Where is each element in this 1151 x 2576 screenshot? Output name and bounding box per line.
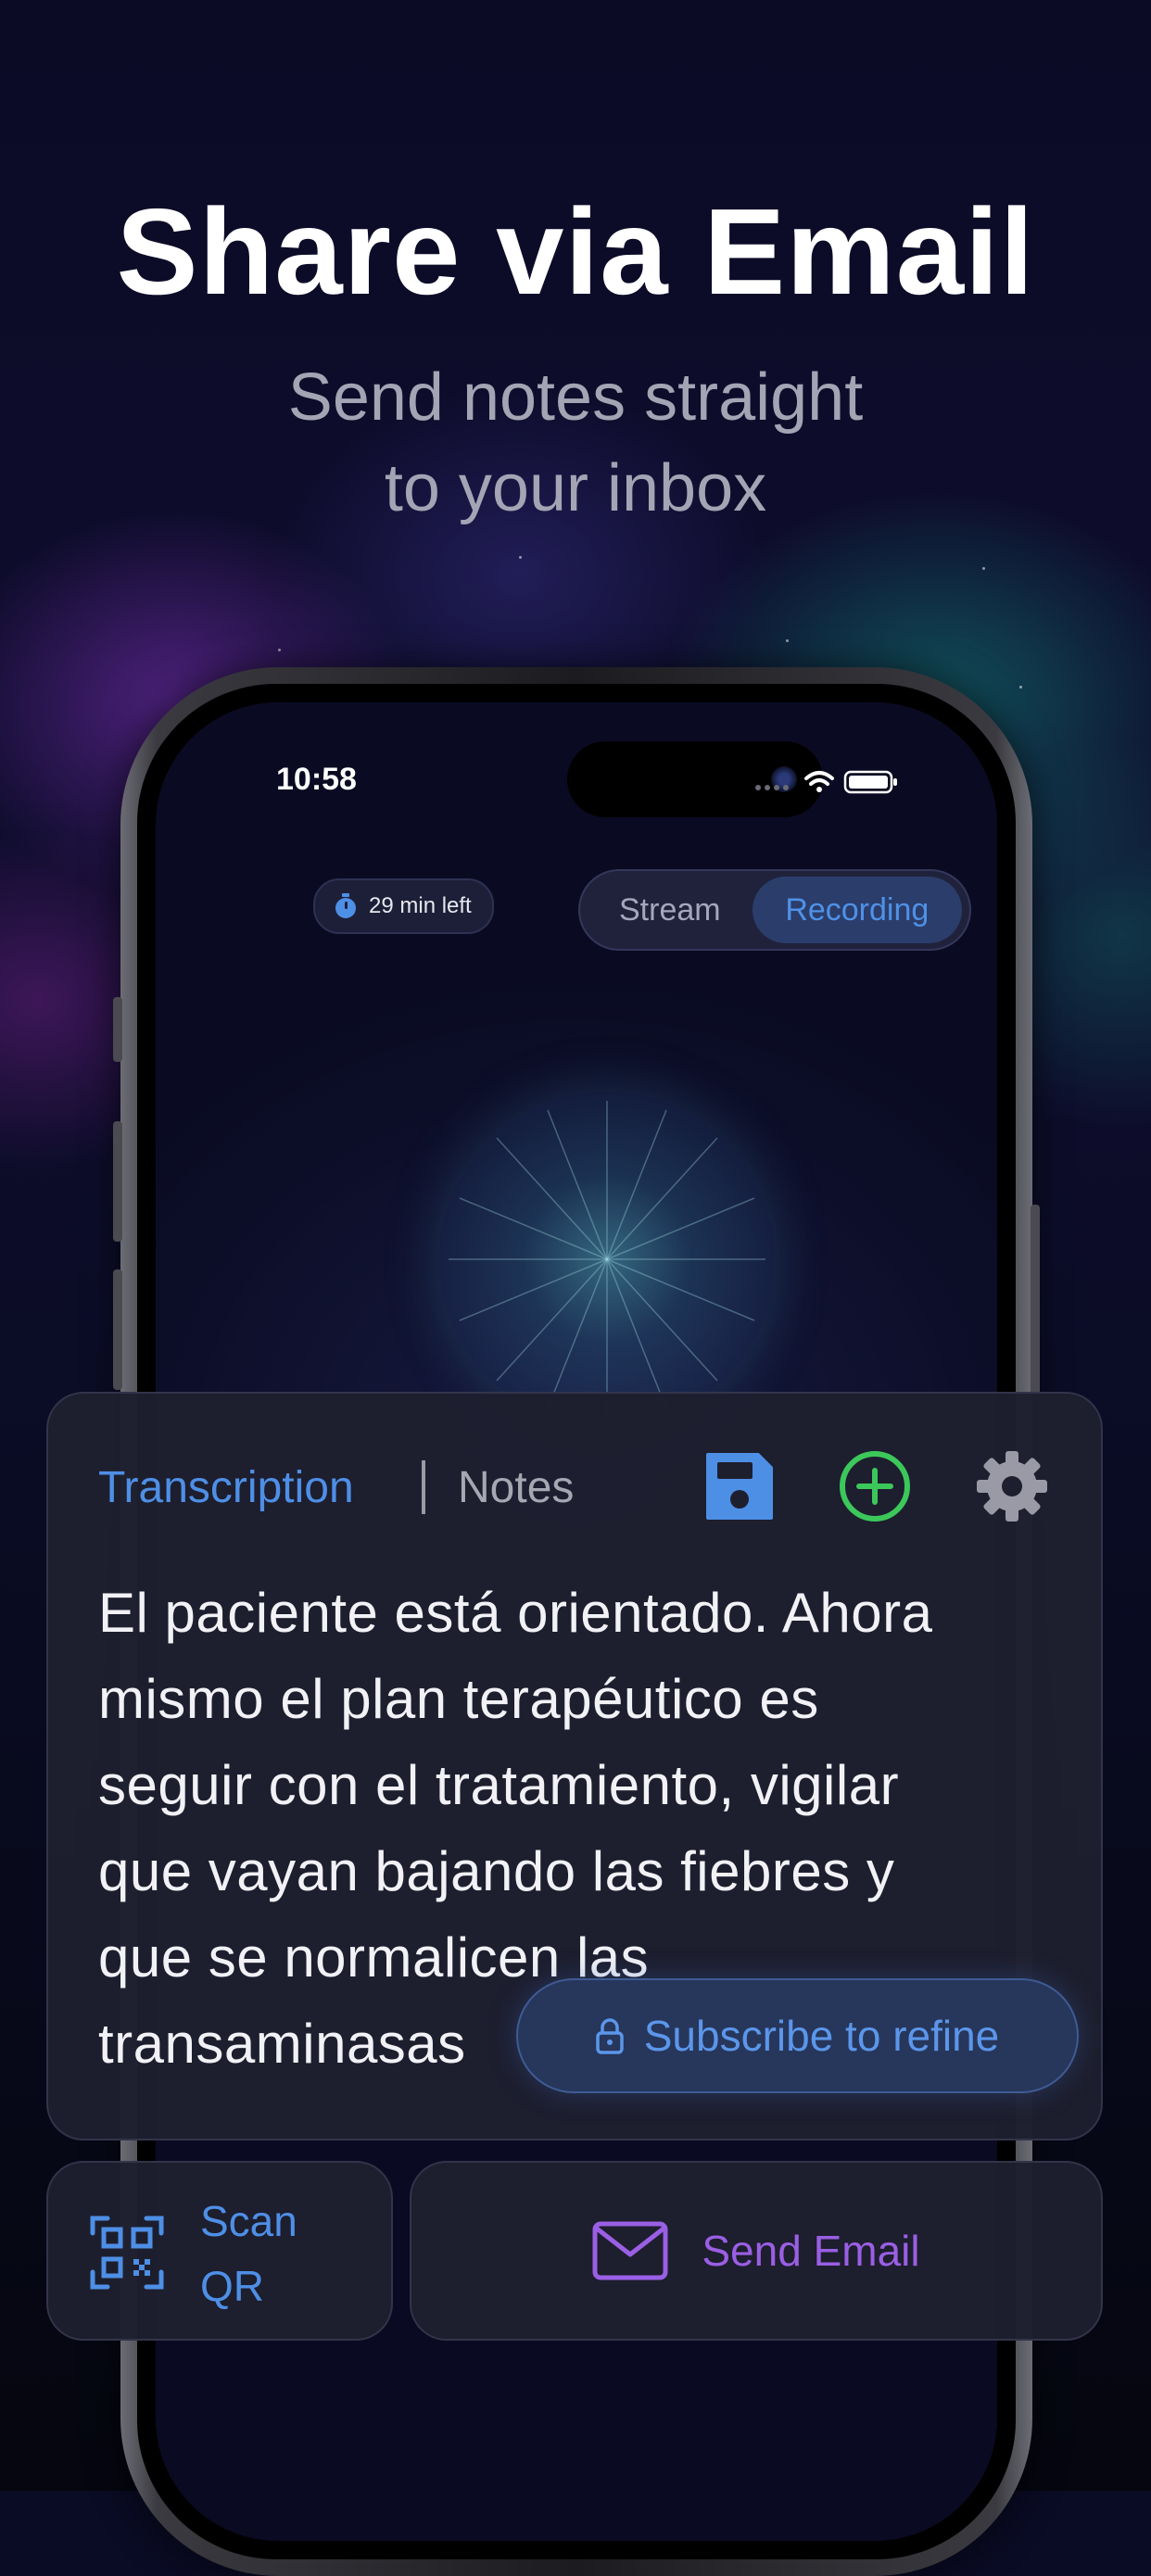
star [519, 556, 522, 559]
transcription-line: que vayan bajando las fiebres y [98, 1840, 895, 1902]
scan-qr-label-line: QR [200, 2262, 264, 2310]
phone-side-button [113, 997, 122, 1062]
qr-scan-icon [90, 2216, 164, 2290]
star [278, 649, 281, 651]
transcription-line: mismo el plan terapéutico es [98, 1668, 819, 1730]
promo-headline: Share via Email [116, 183, 1035, 320]
promo-subline: Send notes straight to your inbox [0, 352, 1151, 534]
send-email-label: Send Email [702, 2227, 920, 2275]
time-remaining-badge: 29 min left [313, 878, 494, 934]
wifi-icon [804, 771, 834, 792]
promo-subline-line: to your inbox [384, 451, 767, 525]
mail-icon [592, 2221, 668, 2280]
segment-stream[interactable]: Stream [588, 877, 753, 943]
status-time: 10:58 [276, 762, 357, 797]
scan-qr-button[interactable]: Scan QR [46, 2161, 393, 2341]
audio-visualizer-orb [439, 1092, 775, 1427]
mode-segmented-control: Stream Recording [578, 869, 971, 951]
battery-icon [843, 770, 897, 794]
tab-notes[interactable]: Notes [458, 1462, 574, 1513]
phone-side-button [1031, 1205, 1040, 1399]
segment-recording[interactable]: Recording [752, 877, 962, 943]
star [786, 639, 789, 642]
transcription-line: El paciente está orientado. Ahora [98, 1582, 933, 1644]
add-circle-icon[interactable] [838, 1449, 912, 1523]
stopwatch-icon [335, 893, 356, 918]
transcription-line: seguir con el tratamiento, vigilar [98, 1754, 900, 1816]
star [982, 567, 985, 570]
orb-rays [449, 1101, 765, 1418]
lock-icon [595, 2018, 624, 2054]
phone-side-button [113, 1121, 122, 1242]
promo-subline-line: Send notes straight [287, 360, 864, 435]
subscribe-to-refine-button[interactable]: Subscribe to refine [516, 1978, 1079, 2093]
subscribe-label: Subscribe to refine [643, 2012, 1000, 2060]
status-icons [755, 770, 897, 794]
signal-icon [755, 785, 789, 790]
scan-qr-label-line: Scan [200, 2197, 297, 2245]
phone-side-button [113, 1269, 122, 1390]
gear-icon[interactable] [975, 1449, 1049, 1523]
star [1019, 686, 1022, 688]
scan-qr-label: Scan QR [200, 2189, 297, 2318]
save-icon[interactable] [702, 1449, 777, 1523]
time-remaining-text: 29 min left [369, 893, 472, 918]
tab-divider [422, 1460, 425, 1514]
send-email-button[interactable]: Send Email [410, 2161, 1103, 2341]
transcription-card: Transcription Notes El paciente está ori… [46, 1392, 1103, 2140]
tab-transcription[interactable]: Transcription [98, 1462, 354, 1513]
